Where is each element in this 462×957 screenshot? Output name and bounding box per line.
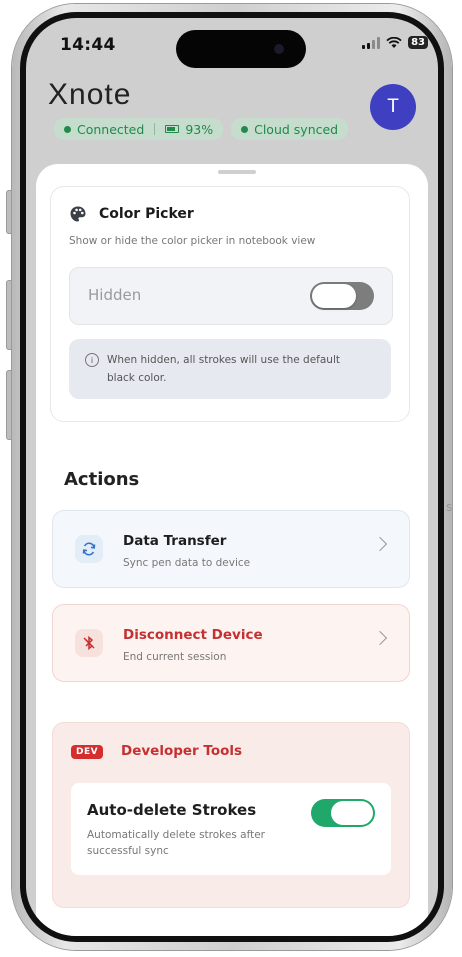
status-dot-icon [241,125,249,133]
status-time: 14:44 [60,35,116,55]
sheet-drag-handle[interactable] [218,170,256,174]
color-picker-toggle[interactable] [310,282,374,310]
toggle-knob [312,284,356,308]
screen: 14:44 83 Xnote T Connected 93% Cloud syn… [26,18,438,936]
signal-icon [362,36,381,49]
disconnect-device-button[interactable]: Disconnect Device End current session [52,604,410,682]
status-dot-icon [64,125,71,133]
status-bar: 14:44 83 [26,18,438,74]
camera-icon [274,44,284,54]
data-transfer-button[interactable]: Data Transfer Sync pen data to device [52,510,410,588]
info-text: When hidden, all strokes will use the de… [107,354,340,384]
disconnect-title: Disconnect Device [123,627,263,643]
dev-badge: DEV [71,745,104,759]
connection-chip: Connected 93% [54,118,224,140]
data-transfer-subtitle: Sync pen data to device [123,557,251,569]
cloud-label: Cloud synced [254,121,339,137]
color-picker-visibility-row[interactable]: Hidden [69,267,393,325]
settings-sheet: Color Picker Show or hide the color pick… [36,164,428,936]
chevron-right-icon [372,630,388,646]
connected-label: Connected [77,121,145,137]
color-picker-title: Color Picker [99,206,194,222]
divider [154,123,156,135]
actions-heading: Actions [64,469,140,490]
cloud-chip: Cloud synced [231,118,349,140]
disconnect-subtitle: End current session [123,651,227,663]
bluetooth-off-icon [75,629,103,657]
color-picker-description: Show or hide the color picker in noteboo… [69,235,316,247]
auto-delete-row: Auto-delete Strokes Automatically delete… [71,783,391,875]
developer-tools-title: Developer Tools [121,743,243,759]
auto-delete-toggle[interactable] [311,799,375,827]
battery-icon: 83 [408,36,428,49]
toggle-knob [331,801,373,825]
developer-tools-card: DEV Developer Tools Auto-delete Strokes … [52,722,410,908]
data-transfer-title: Data Transfer [123,533,227,549]
pen-battery-label: 93% [185,121,214,137]
app-logo: Xnote [48,78,132,111]
color-picker-card: Color Picker Show or hide the color pick… [50,186,410,422]
dynamic-island [176,30,306,68]
auto-delete-title: Auto-delete Strokes [87,801,257,819]
wifi-icon [386,36,402,48]
palette-icon [70,206,86,222]
status-icons: 83 [362,36,428,49]
status-chips: Connected 93% Cloud synced [54,118,349,140]
info-icon: i [85,353,99,367]
chevron-right-icon [372,536,388,552]
auto-delete-description: Automatically delete strokes after succe… [87,829,265,857]
pen-battery-icon [165,125,180,133]
edge-text: s [446,500,453,514]
sync-icon [75,535,103,563]
color-picker-info: i When hidden, all strokes will use the … [69,339,391,399]
visibility-label: Hidden [88,286,142,304]
avatar[interactable]: T [370,84,416,130]
